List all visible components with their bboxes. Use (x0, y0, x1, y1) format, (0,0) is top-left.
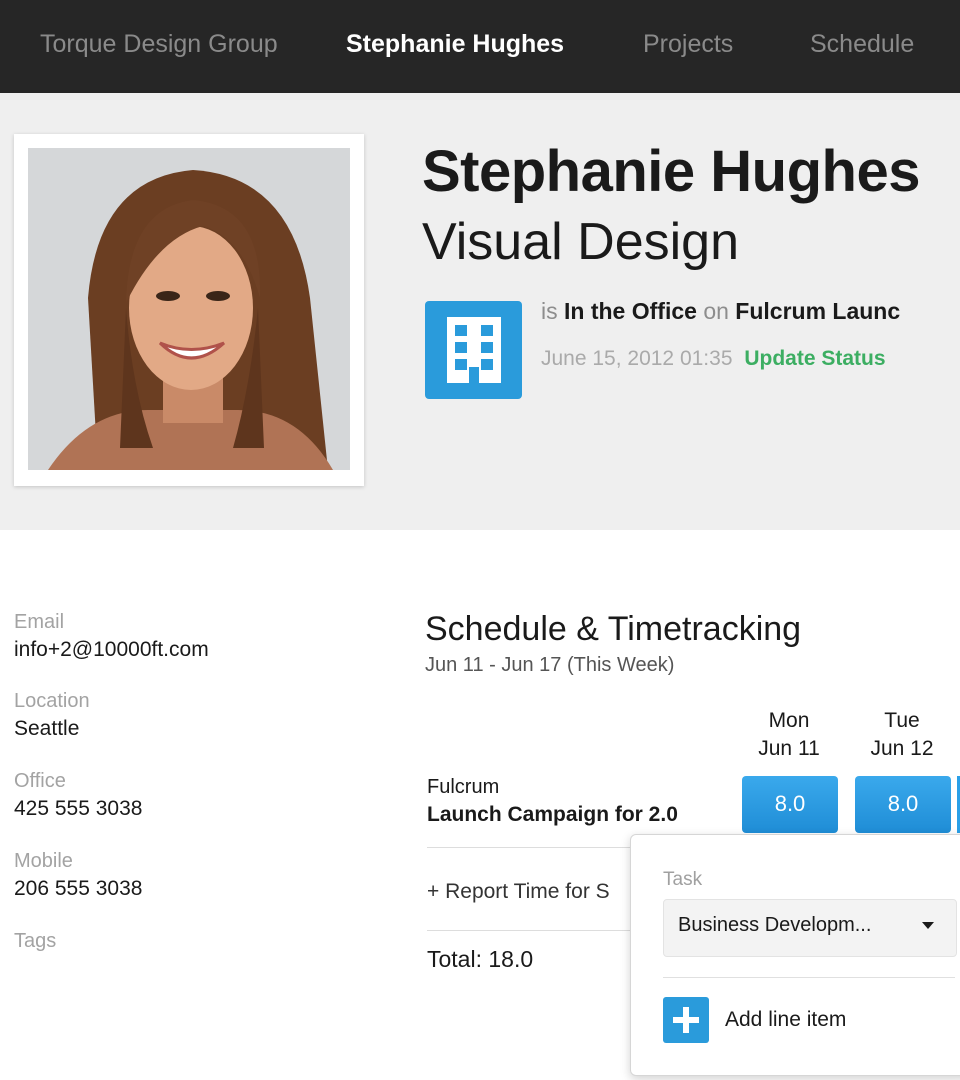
office-phone: 425 555 3038 (14, 797, 143, 820)
day-name: Mon (768, 709, 810, 732)
day-header-mon: Mon Jun 11 (741, 707, 837, 763)
day-name: Tue (884, 709, 920, 732)
report-time-link[interactable]: + Report Time for S (427, 880, 631, 904)
day-date: Jun 11 (758, 737, 820, 760)
status-state: In the Office (564, 298, 697, 324)
location-value: Seattle (14, 717, 80, 740)
avatar-frame (14, 134, 364, 486)
schedule-range: Jun 11 - Jun 17 (This Week) (425, 654, 675, 676)
task-select[interactable]: Business Developm... (663, 899, 957, 957)
project-client: Fulcrum (427, 776, 500, 798)
status-line: is In the Office on Fulcrum Launc (541, 298, 900, 325)
profile-name: Stephanie Hughes (422, 139, 920, 204)
divider (427, 930, 637, 931)
day-date: Jun 12 (870, 737, 934, 760)
office-building-icon (425, 301, 522, 399)
email-label: Email (14, 611, 65, 633)
profile-role: Visual Design (422, 213, 740, 271)
task-label: Task (663, 869, 703, 890)
location-label: Location (14, 690, 90, 712)
status-connector: on (703, 298, 729, 324)
avatar (28, 148, 350, 470)
day-header-tue: Tue Jun 12 (854, 707, 950, 763)
project-task: Launch Campaign for 2.0 (427, 803, 678, 826)
add-time-popover: Task Business Developm... Add line item (630, 834, 960, 1076)
nav-item-company[interactable]: Torque Design Group (40, 30, 278, 59)
add-line-item-label: Add line item (725, 1008, 847, 1031)
divider (427, 847, 637, 848)
nav-item-projects[interactable]: Projects (643, 30, 733, 59)
task-select-value: Business Developm... (678, 914, 872, 936)
status-timestamp: June 15, 2012 01:35 (541, 347, 733, 370)
schedule-title: Schedule & Timetracking (425, 610, 802, 648)
email-value[interactable]: info+2@10000ft.com (14, 638, 209, 662)
divider (663, 977, 955, 978)
plus-icon (663, 997, 709, 1043)
update-status-link[interactable]: Update Status (744, 347, 885, 370)
total-hours: Total: 18.0 (427, 946, 534, 972)
tags-label: Tags (14, 930, 57, 952)
hours-cell-tue[interactable]: 8.0 (855, 776, 951, 833)
status-project[interactable]: Fulcrum Launc (735, 298, 900, 324)
mobile-label: Mobile (14, 850, 73, 872)
hours-cell-mon[interactable]: 8.0 (742, 776, 838, 833)
office-label: Office (14, 770, 66, 792)
chevron-down-icon (922, 922, 934, 929)
status-prefix: is (541, 298, 558, 324)
nav-item-schedule[interactable]: Schedule (810, 30, 914, 59)
add-line-item-button[interactable]: Add line item (663, 997, 913, 1045)
top-nav: Torque Design Group Stephanie Hughes Pro… (0, 0, 960, 93)
nav-item-profile[interactable]: Stephanie Hughes (346, 30, 564, 59)
status-meta: June 15, 2012 01:35 Update Status (541, 347, 886, 371)
mobile-phone: 206 555 3038 (14, 877, 143, 900)
